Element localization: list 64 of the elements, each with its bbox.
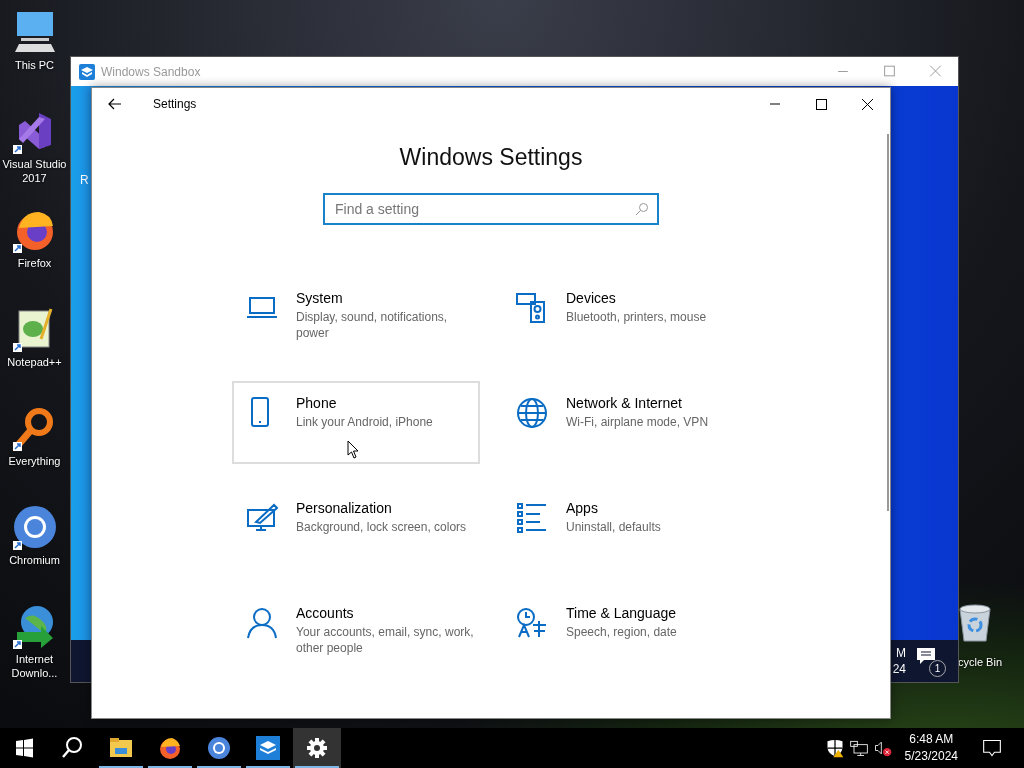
desktop-icon-label[interactable]: Firefox xyxy=(17,256,52,270)
person-icon xyxy=(246,607,278,639)
category-description: Background, lock screen, colors xyxy=(296,519,468,535)
clock-text: 24 xyxy=(892,661,906,677)
window-title: Settings xyxy=(153,97,197,111)
settings-category[interactable]: Apps Uninstall, defaults xyxy=(502,486,750,569)
settings-category[interactable]: Time & Language Speech, region, date xyxy=(502,591,750,674)
category-description: Display, sound, notifications, power xyxy=(296,309,449,341)
desktop-icon-label[interactable]: Internet Downlo... xyxy=(0,652,69,680)
sandbox-icon xyxy=(79,63,95,80)
desktop-icon-label[interactable]: Everything xyxy=(8,454,61,468)
category-title: Apps xyxy=(566,499,599,517)
settings-category[interactable]: Network & Internet Wi-Fi, airplane mode, VPN xyxy=(502,381,750,464)
settings-icon xyxy=(305,736,329,760)
settings-category[interactable]: Devices Bluetooth, printers, mouse xyxy=(502,276,750,359)
category-description: Your accounts, email, sync, work, other people xyxy=(296,624,475,656)
notification-icon[interactable] xyxy=(982,738,1002,758)
category-title: Devices xyxy=(566,289,617,307)
category-description: Wi-Fi, airplane mode, VPN xyxy=(566,414,710,430)
desktop-icon-label[interactable]: Visual Studio 2017 xyxy=(0,157,69,185)
category-title: System xyxy=(296,289,344,307)
globe-icon xyxy=(516,397,548,429)
keyboard-speaker-icon xyxy=(516,292,548,324)
category-title: Accounts xyxy=(296,604,355,622)
desktop-icon-label[interactable]: Chromium xyxy=(9,553,60,567)
notification-icon[interactable] xyxy=(916,647,936,665)
category-title: Personalization xyxy=(296,499,393,517)
taskbar-app[interactable] xyxy=(293,728,341,768)
category-title: Phone xyxy=(296,394,338,412)
category-description: Speech, region, date xyxy=(566,624,678,640)
search-icon xyxy=(635,202,649,216)
network-icon[interactable] xyxy=(848,738,869,758)
category-title: Network & Internet xyxy=(566,394,683,412)
desktop-icon-label[interactable]: Notepad++ xyxy=(7,355,62,369)
folder-icon xyxy=(109,736,133,760)
scrollbar[interactable] xyxy=(887,134,889,511)
category-description: Bluetooth, printers, mouse xyxy=(566,309,708,325)
clock-date: 5/23/2024 xyxy=(904,748,958,765)
list-icon xyxy=(516,502,548,534)
desktop-icon-label[interactable]: cycle Bin xyxy=(958,655,1003,669)
desktop-icon-label: R xyxy=(80,173,89,187)
firefox-icon xyxy=(158,736,182,760)
clock-time: 6:48 AM xyxy=(909,731,954,748)
chromium-icon xyxy=(207,736,231,760)
window-title: Windows Sandbox xyxy=(101,64,201,79)
clock-language-icon xyxy=(516,607,548,639)
settings-category[interactable]: Accounts Your accounts, email, sync, work, other people xyxy=(232,591,480,674)
sandbox-icon xyxy=(256,736,280,760)
settings-category[interactable]: System Display, sound, notifications, power xyxy=(232,276,480,359)
paintbrush-monitor-icon xyxy=(246,502,278,534)
taskbar-clock[interactable]: 6:48 AM 5/23/2024 xyxy=(894,731,968,765)
settings-category[interactable]: Phone Link your Android, iPhone xyxy=(232,381,480,464)
category-description: Uninstall, defaults xyxy=(566,519,662,535)
chromium-icon[interactable] xyxy=(10,503,59,551)
settings-category[interactable]: Personalization Background, lock screen, colors xyxy=(232,486,480,569)
notification-badge: 1 xyxy=(929,660,946,677)
search-field[interactable]: Find a setting xyxy=(323,193,659,225)
clock-text: M xyxy=(896,645,906,661)
mouse-cursor-icon xyxy=(347,440,359,459)
desktop-icon-label[interactable]: This PC xyxy=(14,58,55,72)
recycle-bin-icon[interactable] xyxy=(958,603,992,643)
category-title: Time & Language xyxy=(566,604,677,622)
page-heading: Windows Settings xyxy=(399,144,583,171)
category-description: Link your Android, iPhone xyxy=(296,414,434,430)
